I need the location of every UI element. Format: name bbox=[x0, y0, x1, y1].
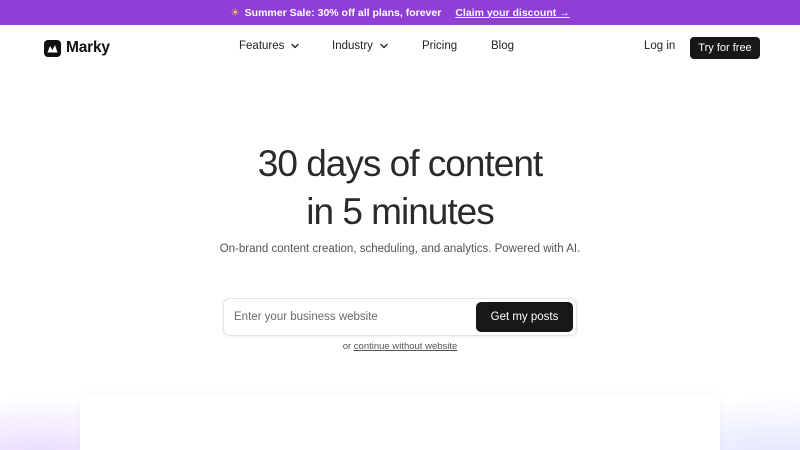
continue-without-website-link[interactable]: continue without website bbox=[354, 341, 458, 352]
nav-item-label: Industry bbox=[332, 40, 373, 52]
nav-item-industry[interactable]: Industry bbox=[332, 40, 389, 52]
hero-title-line-2: in 5 minutes bbox=[306, 191, 495, 232]
claim-discount-link[interactable]: Claim your discount → bbox=[455, 7, 569, 19]
hero-title: 30 days of content in 5 minutes bbox=[0, 140, 800, 236]
marky-logo-icon bbox=[44, 39, 61, 57]
top-navbar: Marky Features Industry Pricing Blog Log… bbox=[0, 25, 800, 70]
chevron-down-icon bbox=[291, 43, 300, 49]
promo-banner: ☀ Summer Sale: 30% off all plans, foreve… bbox=[0, 0, 800, 25]
nav-item-label: Pricing bbox=[422, 40, 458, 52]
login-link[interactable]: Log in bbox=[644, 40, 675, 52]
hero-title-line-1: 30 days of content bbox=[257, 143, 543, 184]
try-for-free-button[interactable]: Try for free bbox=[690, 37, 760, 59]
nav-item-blog[interactable]: Blog bbox=[491, 40, 514, 52]
promo-text: Summer Sale: 30% off all plans, forever bbox=[244, 6, 442, 19]
nav-item-pricing[interactable]: Pricing bbox=[422, 40, 457, 52]
get-my-posts-button[interactable]: Get my posts bbox=[476, 302, 573, 332]
product-preview-card bbox=[80, 394, 720, 450]
logo-text: Marky bbox=[66, 39, 110, 56]
hero-subtitle: On-brand content creation, scheduling, a… bbox=[219, 243, 581, 255]
sun-icon: ☀ bbox=[230, 6, 240, 19]
nav-item-label: Blog bbox=[491, 40, 515, 52]
business-website-input[interactable] bbox=[234, 307, 474, 327]
promo-text-wrap: ☀ Summer Sale: 30% off all plans, foreve… bbox=[230, 7, 441, 19]
website-form: Get my posts bbox=[223, 298, 577, 336]
logo[interactable]: Marky bbox=[44, 38, 110, 58]
nav-item-features[interactable]: Features bbox=[239, 40, 300, 52]
alt-prefix: or bbox=[342, 341, 352, 352]
chevron-down-icon bbox=[380, 43, 388, 49]
alt-option: or continue without website bbox=[0, 341, 800, 352]
nav-item-label: Features bbox=[239, 40, 285, 52]
